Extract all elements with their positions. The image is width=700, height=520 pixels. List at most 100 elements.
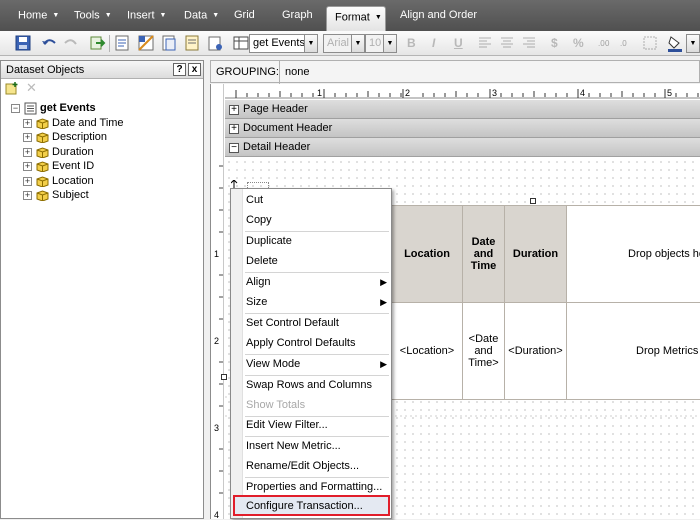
undo-icon[interactable] <box>40 34 58 52</box>
menu-item-label: Edit View Filter... <box>246 419 328 431</box>
menu-item-copy[interactable]: Copy <box>246 211 391 230</box>
add-dataset-icon[interactable] <box>5 81 19 98</box>
report-icon[interactable] <box>183 34 201 52</box>
document-icon[interactable] <box>160 34 178 52</box>
column-header-date-time[interactable]: Date and Time <box>462 205 505 303</box>
tree-item[interactable]: + Event ID <box>23 159 94 173</box>
tree-item[interactable]: + Date and Time <box>23 116 124 130</box>
column-header-duration[interactable]: Duration <box>504 205 567 303</box>
horizontal-ruler: 1 2 3 4 5 <box>211 87 700 99</box>
drop-objects-zone[interactable]: Drop objects her <box>566 205 700 303</box>
chevron-down-icon[interactable]: ▼ <box>686 34 700 53</box>
increase-decimal-icon[interactable]: .0 0 <box>597 34 615 52</box>
cell-date-time[interactable]: <Date and Time> <box>462 302 505 400</box>
tree-root[interactable]: − get Events <box>11 101 96 115</box>
grouping-value[interactable]: none <box>285 66 309 78</box>
menu-home[interactable]: Home ▼ <box>10 4 67 27</box>
font-size-select[interactable]: 10 <box>365 34 384 53</box>
tree-item[interactable]: + Subject <box>23 188 89 202</box>
menu-item-size[interactable]: Size ▶ <box>246 293 391 312</box>
drop-metrics-zone[interactable]: Drop Metrics he <box>566 302 700 400</box>
column-header-location[interactable]: Location <box>391 205 463 303</box>
collapse-icon[interactable]: − <box>11 103 20 113</box>
expand-icon[interactable]: + <box>23 176 32 186</box>
menu-item-configure-transaction[interactable]: Configure Transaction... <box>246 497 391 516</box>
page-header-band[interactable]: + Page Header <box>225 100 700 119</box>
detail-header-band[interactable]: − Detail Header <box>225 138 700 157</box>
italic-button[interactable]: I <box>432 36 435 50</box>
save-icon[interactable] <box>14 34 32 52</box>
menu-insert[interactable]: Insert ▼ <box>119 4 174 27</box>
percent-button[interactable]: % <box>573 36 584 50</box>
bold-button[interactable]: B <box>407 36 416 50</box>
menu-item-edit-view-filter[interactable]: Edit View Filter... <box>246 416 391 435</box>
menu-grid[interactable]: Grid <box>226 4 263 27</box>
expand-icon[interactable]: + <box>23 118 32 128</box>
menu-item-align[interactable]: Align ▶ <box>246 273 391 292</box>
menu-item-apply-control-defaults[interactable]: Apply Control Defaults <box>246 334 391 353</box>
menu-item-duplicate[interactable]: Duplicate <box>246 232 391 251</box>
menu-home-label: Home <box>18 9 48 22</box>
cell-location[interactable]: <Location> <box>391 302 463 400</box>
chevron-down-icon[interactable]: ▼ <box>383 34 397 53</box>
menu-item-label: Insert New Metric... <box>246 440 341 452</box>
menu-gutter <box>231 189 243 518</box>
menu-align-order[interactable]: Align and Order <box>392 4 485 27</box>
ruler-number: 3 <box>492 88 498 98</box>
layout-icon[interactable] <box>137 34 155 52</box>
export-icon[interactable] <box>88 34 106 52</box>
menu-item-show-totals: Show Totals <box>246 396 391 415</box>
page-icon[interactable] <box>113 34 131 52</box>
collapse-icon[interactable]: − <box>229 143 239 153</box>
menu-graph-label: Graph <box>282 9 313 21</box>
close-button[interactable]: x <box>188 63 201 76</box>
currency-button[interactable]: $ <box>551 36 558 50</box>
menu-item-view-mode[interactable]: View Mode ▶ <box>246 355 391 374</box>
align-left-icon[interactable] <box>476 34 494 52</box>
tree-item[interactable]: + Duration <box>23 145 94 159</box>
chevron-down-icon[interactable]: ▼ <box>351 34 365 53</box>
menu-data[interactable]: Data ▼ <box>176 4 227 27</box>
tree-item-label: Duration <box>52 146 94 158</box>
menu-item-delete[interactable]: Delete <box>246 252 391 271</box>
menu-item-label: Rename/Edit Objects... <box>246 460 360 472</box>
expand-icon[interactable]: + <box>23 161 32 171</box>
ruler-number: 4 <box>580 88 586 98</box>
menu-item-properties-formatting[interactable]: Properties and Formatting... <box>246 478 391 497</box>
fill-color-icon[interactable] <box>666 34 684 52</box>
menu-item-rename-edit-objects[interactable]: Rename/Edit Objects... <box>246 457 391 476</box>
delete-icon[interactable]: ✕ <box>26 81 37 94</box>
expand-icon[interactable]: + <box>23 190 32 200</box>
menu-format[interactable]: Format ▼ <box>326 6 386 31</box>
attribute-cube-icon <box>36 190 49 201</box>
font-select[interactable]: Arial <box>323 34 352 53</box>
border-icon[interactable] <box>641 34 659 52</box>
properties-icon[interactable] <box>206 34 224 52</box>
menu-tools[interactable]: Tools ▼ <box>66 4 120 27</box>
menu-item-cut[interactable]: Cut <box>246 191 391 210</box>
selection-handle[interactable] <box>530 198 536 204</box>
selection-handle[interactable] <box>221 374 227 380</box>
expand-icon[interactable]: + <box>23 147 32 157</box>
menu-item-swap-rows-columns[interactable]: Swap Rows and Columns <box>246 376 391 395</box>
tree-item[interactable]: + Description <box>23 130 107 144</box>
align-center-icon[interactable] <box>498 34 516 52</box>
cell-duration[interactable]: <Duration> <box>504 302 567 400</box>
expand-icon[interactable]: + <box>229 105 239 115</box>
redo-icon[interactable] <box>62 34 80 52</box>
expand-icon[interactable]: + <box>23 132 32 142</box>
dataset-select[interactable]: get Events <box>249 34 305 53</box>
chevron-down-icon[interactable]: ▼ <box>304 34 318 53</box>
menu-item-insert-new-metric[interactable]: Insert New Metric... <box>246 437 391 456</box>
chevron-down-icon: ▼ <box>212 12 220 19</box>
help-button[interactable]: ? <box>173 63 186 76</box>
document-header-band[interactable]: + Document Header <box>225 119 700 138</box>
align-right-icon[interactable] <box>520 34 538 52</box>
menu-graph[interactable]: Graph <box>274 4 321 27</box>
tree-item[interactable]: + Location <box>23 174 94 188</box>
decrease-decimal-icon[interactable]: .0 <box>619 34 637 52</box>
grouping-label: GROUPING: <box>216 66 279 78</box>
underline-button[interactable]: U <box>454 36 463 50</box>
expand-icon[interactable]: + <box>229 124 239 134</box>
menu-item-set-control-default[interactable]: Set Control Default <box>246 314 391 333</box>
